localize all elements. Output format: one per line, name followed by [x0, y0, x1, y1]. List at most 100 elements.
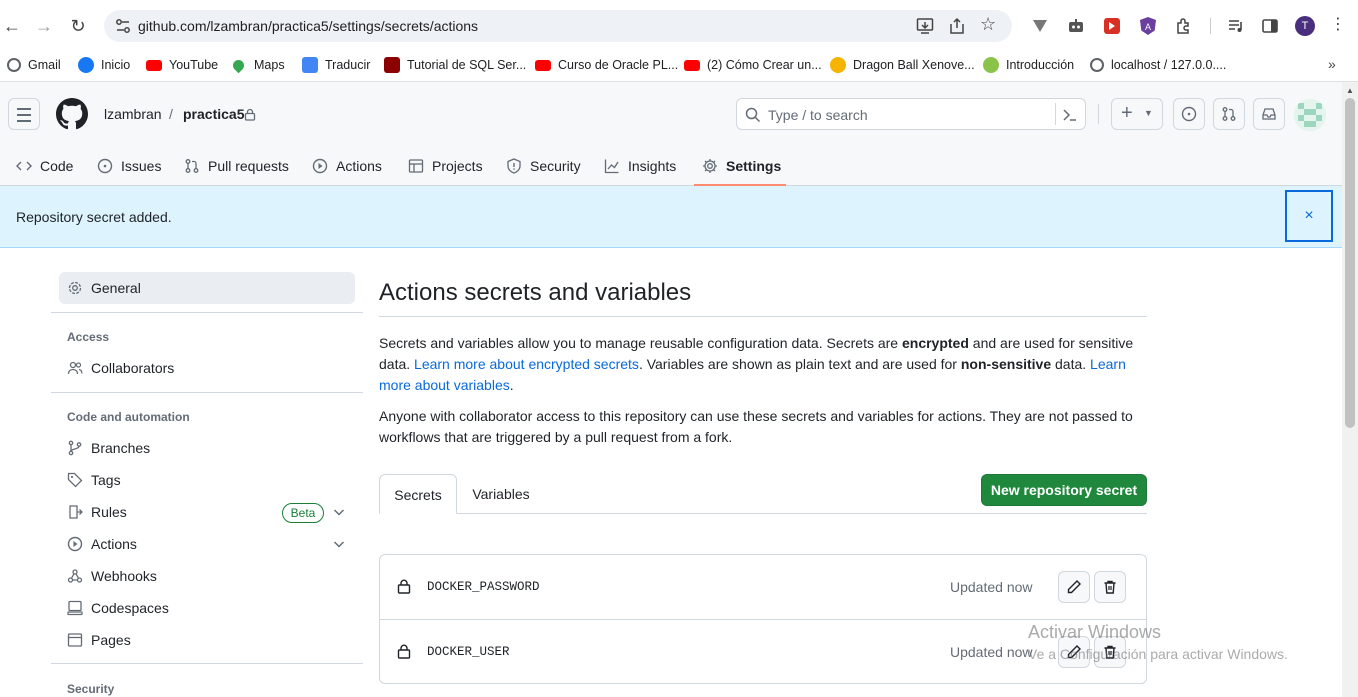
sidebar-item-general[interactable]: General: [59, 272, 355, 304]
extensions-puzzle-icon[interactable]: [1174, 16, 1194, 36]
edit-secret-button[interactable]: [1058, 571, 1090, 603]
chevron-down-icon[interactable]: [331, 536, 347, 552]
search-input[interactable]: Type / to search: [736, 98, 1086, 130]
tab-code[interactable]: Code: [16, 154, 73, 178]
extension-v-icon[interactable]: [1030, 16, 1050, 36]
profile-avatar[interactable]: T: [1295, 16, 1315, 36]
table-icon: [408, 159, 424, 173]
media-controls-icon[interactable]: [1226, 16, 1246, 36]
install-app-icon[interactable]: [916, 17, 934, 35]
tab-insights[interactable]: Insights: [604, 154, 676, 178]
page-scrollbar[interactable]: ▲: [1342, 82, 1358, 697]
learn-more-secrets-link[interactable]: Learn more about encrypted secrets: [414, 356, 639, 372]
chevron-down-icon[interactable]: [331, 504, 347, 520]
title-divider: [379, 316, 1147, 317]
issues-button[interactable]: [1173, 98, 1205, 130]
share-icon[interactable]: [948, 17, 966, 35]
youtube-icon: [535, 59, 551, 71]
scroll-up-icon[interactable]: ▲: [1346, 86, 1354, 95]
side-panel-icon[interactable]: [1260, 16, 1280, 36]
github-logo-icon[interactable]: [56, 98, 88, 130]
bookmark-sql[interactable]: Tutorial de SQL Ser...: [384, 55, 526, 75]
bookmark-localhost[interactable]: localhost / 127.0.0....: [1090, 55, 1226, 75]
breadcrumb-repo[interactable]: practica5: [183, 106, 244, 122]
delete-secret-button[interactable]: [1094, 571, 1126, 603]
extension-red-icon[interactable]: [1102, 16, 1122, 36]
scrollbar-thumb[interactable]: [1345, 98, 1355, 428]
new-repository-secret-button[interactable]: New repository secret: [981, 474, 1147, 506]
trash-icon: [1104, 580, 1116, 594]
tab-security[interactable]: Security: [506, 154, 581, 178]
bookmarks-bar: Gmail Inicio YouTube Maps Traducir Tutor…: [0, 52, 1358, 82]
bookmark-oracle[interactable]: Curso de Oracle PL...: [535, 55, 678, 75]
pull-requests-button[interactable]: [1213, 98, 1245, 130]
tab-secrets[interactable]: Secrets: [379, 474, 457, 514]
create-new-button[interactable]: + ▼: [1111, 98, 1163, 130]
repo-nav-tabs: Code Issues Pull requests Actions Projec…: [0, 146, 1342, 186]
bookmark-dragon-ball[interactable]: Dragon Ball Xenove...: [830, 55, 975, 75]
browser-menu-icon[interactable]: ⋮: [1330, 13, 1346, 37]
code-icon: [16, 161, 32, 171]
reload-icon[interactable]: ↻: [66, 14, 90, 38]
tab-settings[interactable]: Settings: [702, 154, 781, 178]
hamburger-menu-button[interactable]: [8, 98, 40, 130]
identicon-icon: [1294, 99, 1326, 131]
sidebar-divider: [51, 392, 363, 393]
flash-notice: Repository secret added. ×: [0, 186, 1342, 248]
bookmark-youtube[interactable]: YouTube: [146, 55, 218, 75]
secret-updated: Updated now: [950, 644, 1033, 660]
extension-angular-icon[interactable]: A: [1138, 16, 1158, 36]
tab-projects[interactable]: Projects: [408, 154, 483, 178]
sidebar-item-tags[interactable]: Tags: [59, 464, 355, 496]
address-bar[interactable]: github.com/lzambran/practica5/settings/s…: [104, 10, 1012, 42]
back-icon[interactable]: ←: [0, 14, 24, 38]
breadcrumb-owner[interactable]: lzambran: [104, 106, 162, 122]
tab-issues[interactable]: Issues: [97, 154, 161, 178]
bookmark-star-icon[interactable]: ☆: [980, 14, 998, 34]
extension-robot-icon[interactable]: [1066, 16, 1086, 36]
tab-pull-requests[interactable]: Pull requests: [184, 154, 289, 178]
bookmark-gmail[interactable]: Gmail: [7, 55, 61, 75]
search-icon: [745, 107, 761, 123]
sidebar-heading-access: Access: [67, 330, 110, 344]
tab-variables[interactable]: Variables: [462, 474, 540, 514]
secret-updated: Updated now: [950, 579, 1033, 595]
sidebar-item-webhooks[interactable]: Webhooks: [59, 560, 355, 592]
people-icon: [67, 361, 83, 375]
forward-icon[interactable]: →: [32, 14, 56, 38]
sidebar-heading-security: Security: [67, 682, 115, 696]
flash-close-button[interactable]: ×: [1285, 190, 1333, 242]
sidebar-item-codespaces[interactable]: Codespaces: [59, 592, 355, 624]
page-title: Actions secrets and variables: [379, 279, 692, 306]
translate-icon: [302, 57, 318, 73]
issue-icon: [97, 158, 113, 174]
sidebar-heading-code-automation: Code and automation: [67, 410, 190, 424]
user-avatar[interactable]: [1294, 99, 1326, 131]
youtube-icon: [146, 59, 162, 71]
secret-name: DOCKER_USER: [427, 645, 510, 659]
breadcrumb-separator: /: [169, 106, 173, 122]
bookmark-maps[interactable]: Maps: [230, 55, 285, 75]
sidebar-item-collaborators[interactable]: Collaborators: [59, 352, 355, 384]
sidebar-item-branches[interactable]: Branches: [59, 432, 355, 464]
sidebar-item-pages[interactable]: Pages: [59, 624, 355, 656]
youtube-icon: [684, 59, 700, 71]
shield-icon: [507, 158, 521, 174]
sidebar-item-actions[interactable]: Actions: [59, 528, 355, 560]
tab-actions[interactable]: Actions: [312, 154, 382, 178]
bookmark-traducir[interactable]: Traducir: [302, 55, 370, 75]
more-bookmarks-icon[interactable]: »: [1328, 56, 1336, 72]
codespaces-icon: [67, 600, 83, 616]
site-info-icon[interactable]: [114, 17, 132, 35]
inbox-button[interactable]: [1253, 98, 1285, 130]
browser-toolbar: ← → ↻ github.com/lzambran/practica5/sett…: [0, 0, 1358, 52]
bookmark-introduccion[interactable]: Introducción: [983, 55, 1074, 75]
bookmark-inicio[interactable]: Inicio: [78, 55, 130, 75]
browser-icon: [67, 633, 83, 647]
sidebar-divider: [51, 663, 363, 664]
bookmark-como-crear[interactable]: (2) Cómo Crear un...: [684, 55, 822, 75]
issue-opened-icon: [1181, 106, 1197, 122]
svg-text:A: A: [1145, 22, 1151, 32]
lock-icon: [244, 108, 256, 121]
command-palette-icon[interactable]: [1062, 107, 1078, 123]
